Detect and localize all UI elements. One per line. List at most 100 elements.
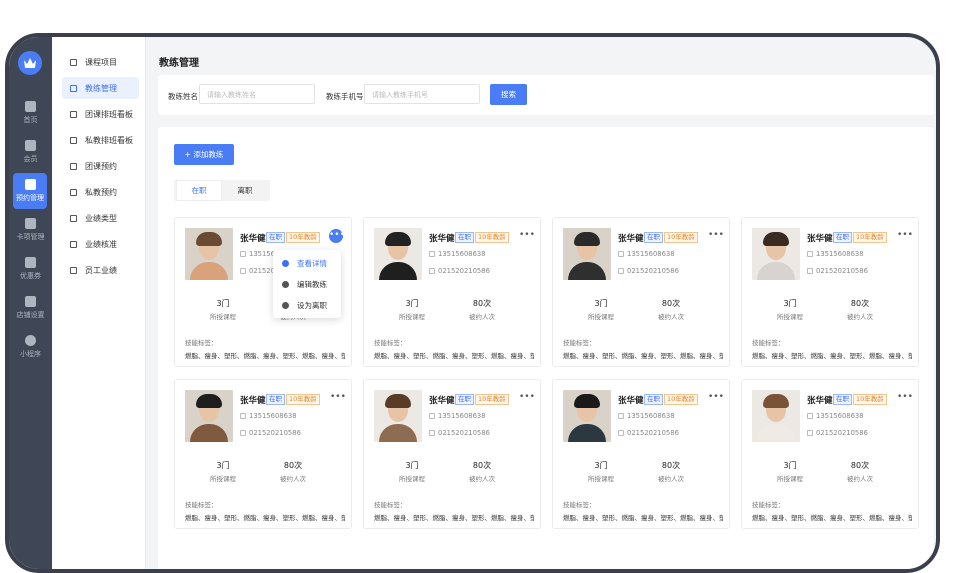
coach-name-input[interactable]: 请输入教练姓名 xyxy=(199,84,315,104)
subnav-item-coaches[interactable]: 教练管理 xyxy=(62,77,139,99)
more-icon[interactable]: ••• xyxy=(329,229,345,243)
sub-sidebar: 课程项目 教练管理 团课排班看板 私教排班看板 团课预约 私教预约 业绩类型 业… xyxy=(52,37,146,569)
status-badge: 在职 xyxy=(833,232,852,243)
coach-card[interactable]: 张华健 在职 10年教龄 ••• 13515608638 021520210586 3门 所授… xyxy=(552,217,730,367)
board-icon xyxy=(70,110,77,118)
tab-active[interactable]: 在职 xyxy=(176,180,222,201)
coach-card[interactable]: 张华健 在职 10年教龄 ••• 13515608638 021520210586 3门 所授… xyxy=(363,217,541,367)
building-icon xyxy=(429,268,435,274)
phone-row: 13515608638 xyxy=(429,250,486,258)
more-icon[interactable]: ••• xyxy=(897,392,913,404)
store-icon xyxy=(25,296,36,307)
coach-icon xyxy=(70,84,77,92)
coach-card[interactable]: 张华健 在职 10年教龄 ••• 13515608638 021520210586 3门 所授… xyxy=(741,379,919,529)
bookings-label: 被约人次 xyxy=(658,313,684,321)
page-title: 教练管理 xyxy=(159,58,199,69)
rail-item-booking[interactable]: 预约管理 xyxy=(13,173,47,209)
coach-card[interactable]: 张华健 在职 10年教龄 ••• 13515608638 021520210586 3门 所授… xyxy=(174,379,352,529)
phone-icon xyxy=(807,413,813,419)
subnav-item-staff-performance[interactable]: 员工业绩 xyxy=(62,259,139,281)
coach-name: 张华健 xyxy=(240,396,266,406)
rail-item-cards[interactable]: 卡项管理 xyxy=(9,212,52,248)
more-icon[interactable]: ••• xyxy=(897,230,913,242)
subnav-item-performance-check[interactable]: 业绩核准 xyxy=(62,233,139,255)
subnav-item-group-schedule[interactable]: 团课排班看板 xyxy=(62,103,139,125)
private-icon xyxy=(70,188,77,196)
courses-count: 3门 xyxy=(783,461,797,470)
menu-view-details[interactable]: 查看详情 xyxy=(273,254,341,273)
rail-item-member[interactable]: 会员 xyxy=(9,134,52,170)
status-tabs: 在职 离职 xyxy=(174,180,270,201)
skill-title: 技能标签： xyxy=(374,339,407,347)
rail-item-home[interactable]: 首页 xyxy=(9,95,52,131)
coach-name: 张华健 xyxy=(240,234,266,244)
menu-edit-coach[interactable]: 编辑教练 xyxy=(273,275,341,294)
app-logo-icon xyxy=(18,51,42,75)
phone-icon xyxy=(429,413,435,419)
bookings-label: 被约人次 xyxy=(280,475,306,483)
status-badge: 在职 xyxy=(455,394,474,405)
rail-item-store[interactable]: 店铺设置 xyxy=(9,290,52,326)
skill-tags: 燃脂、瘦身、塑形、燃脂、瘦身、塑形、燃脂、瘦身、塑形... xyxy=(374,352,534,360)
tel-row: 021520210586 xyxy=(807,429,868,437)
phone-icon xyxy=(240,413,246,419)
bookings-count: 80次 xyxy=(283,461,303,470)
more-icon[interactable]: ••• xyxy=(519,392,535,404)
status-badge: 在职 xyxy=(266,394,285,405)
coach-card[interactable]: 张华健 在职 10年教龄 ••• 13515608638 021520210586 3门 所授… xyxy=(552,379,730,529)
courses-count: 3门 xyxy=(216,299,230,308)
phone-icon xyxy=(807,251,813,257)
coach-phone-input[interactable]: 请输入教练手机号 xyxy=(364,84,480,104)
coach-card[interactable]: 张华健 在职 10年教龄 ••• 13515608638 021520210586 3门 所授… xyxy=(363,379,541,529)
courses-count: 3门 xyxy=(594,461,608,470)
courses-label: 所授课程 xyxy=(777,313,803,321)
years-badge: 10年教龄 xyxy=(664,394,698,405)
subnav-item-group-booking[interactable]: 团课预约 xyxy=(62,155,139,177)
member-icon xyxy=(25,140,36,151)
tel-row: 021520210586 xyxy=(429,267,490,275)
phone-row: 13515608638 xyxy=(429,412,486,420)
phone-label: 教练手机号 xyxy=(326,92,364,101)
subnav-item-private-booking[interactable]: 私教预约 xyxy=(62,181,139,203)
subnav-item-courses[interactable]: 课程项目 xyxy=(62,51,139,73)
skill-tags: 燃脂、瘦身、塑形、燃脂、瘦身、塑形、燃脂、瘦身、塑形... xyxy=(185,352,345,360)
coach-name: 张华健 xyxy=(429,396,455,406)
skill-title: 技能标签： xyxy=(374,501,407,509)
building-icon xyxy=(240,430,246,436)
years-badge: 10年教龄 xyxy=(853,394,887,405)
tab-resigned[interactable]: 离职 xyxy=(222,180,268,201)
skill-tags: 燃脂、瘦身、塑形、燃脂、瘦身、塑形、燃脂、瘦身、塑形... xyxy=(563,514,723,522)
eye-icon xyxy=(282,260,289,267)
phone-icon xyxy=(429,251,435,257)
status-badge: 在职 xyxy=(833,394,852,405)
device-frame: 首页 会员 预约管理 卡项管理 优惠券 店铺设置 小程序 课程项目 教练管理 团… xyxy=(5,33,940,573)
check-icon xyxy=(70,240,77,248)
courses-label: 所授课程 xyxy=(399,475,425,483)
coach-card[interactable]: 张华健 在职 10年教龄 ••• 13515608638 021520210586 3门 所授… xyxy=(741,217,919,367)
bookings-label: 被约人次 xyxy=(469,475,495,483)
courses-label: 所授课程 xyxy=(777,475,803,483)
subnav-item-performance-type[interactable]: 业绩类型 xyxy=(62,207,139,229)
phone-icon xyxy=(618,251,624,257)
add-coach-button[interactable]: + 添加教练 xyxy=(174,144,234,165)
search-button[interactable]: 搜索 xyxy=(490,84,527,105)
bookings-count: 80次 xyxy=(472,299,492,308)
group-icon xyxy=(70,162,77,170)
rail-item-miniapp[interactable]: 小程序 xyxy=(9,329,52,365)
more-icon[interactable]: ••• xyxy=(330,392,346,404)
more-icon[interactable]: ••• xyxy=(519,230,535,242)
name-label: 教练姓名 xyxy=(168,92,198,101)
more-icon[interactable]: ••• xyxy=(708,392,724,404)
more-icon[interactable]: ••• xyxy=(708,230,724,242)
status-badge: 在职 xyxy=(266,232,285,243)
coach-name: 张华健 xyxy=(618,396,644,406)
subnav-item-private-schedule[interactable]: 私教排班看板 xyxy=(62,129,139,151)
board-icon xyxy=(70,136,77,144)
home-icon xyxy=(25,101,36,112)
years-badge: 10年教龄 xyxy=(475,232,509,243)
tel-row: 021520210586 xyxy=(429,429,490,437)
menu-set-resigned[interactable]: 设为离职 xyxy=(273,296,341,315)
edit-icon xyxy=(282,281,289,288)
rail-item-coupon[interactable]: 优惠券 xyxy=(9,251,52,287)
courses-count: 3门 xyxy=(216,461,230,470)
